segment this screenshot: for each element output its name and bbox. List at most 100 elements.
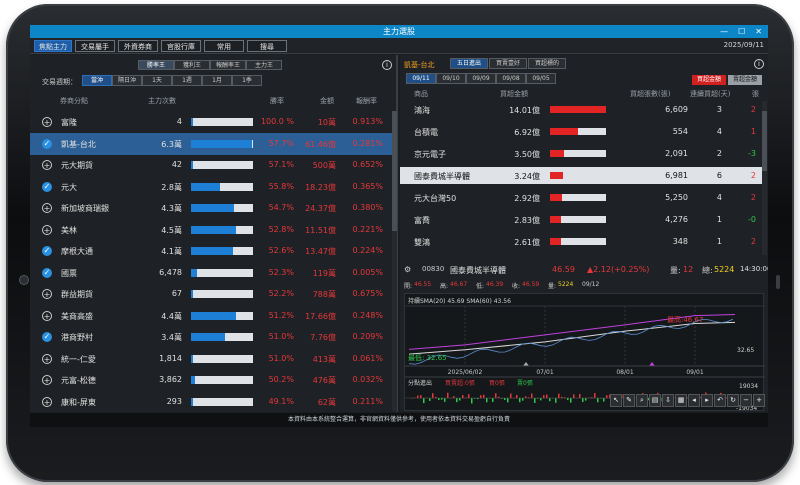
scrollbar[interactable] (392, 111, 397, 411)
quote-bar: ⚙ 00830 國泰費城半導體 46.59 ▲2.12(+0.25%) 量: 1… (400, 263, 768, 277)
table-row[interactable]: + 康和-屏東 293 49.1% 62萬 0.211% (30, 391, 392, 413)
plus-icon[interactable]: + (753, 394, 765, 407)
date-tab[interactable]: 09/10 (436, 73, 466, 84)
add-icon[interactable]: + (42, 310, 52, 321)
add-icon[interactable]: + (42, 224, 52, 235)
add-icon[interactable]: + (42, 117, 52, 127)
arrow-left-icon[interactable]: ◂ (688, 394, 700, 407)
add-icon[interactable]: + (42, 396, 52, 407)
export-icon[interactable]: ⇩ (662, 394, 674, 407)
add-icon[interactable]: + (42, 353, 52, 364)
table-row[interactable]: 鴻海 14.01億 6,609 3 2 (400, 101, 762, 118)
date-tab[interactable]: 09/11 (406, 73, 436, 84)
col-buy-lots[interactable]: 買超張數(張) (630, 89, 670, 99)
tab-profit[interactable]: 獲利王 (174, 60, 210, 70)
add-icon[interactable]: + (42, 160, 52, 170)
info-icon[interactable]: i (754, 59, 764, 69)
col-winrate[interactable]: 勝率 (270, 96, 284, 106)
scrollbar[interactable] (762, 101, 767, 255)
col-count[interactable]: 主力次數 (148, 96, 176, 106)
col-broker[interactable]: 券商分點 (60, 96, 88, 106)
current-date: 2025/09/11 (723, 41, 764, 49)
maximize-icon[interactable]: ☐ (738, 25, 745, 38)
close-icon[interactable]: ✕ (755, 25, 762, 38)
broker-count: 42 (171, 160, 182, 169)
checked-icon[interactable]: ✓ (42, 332, 52, 342)
period-1d[interactable]: 1天 (142, 75, 172, 86)
table-row[interactable]: ✓ 摩根大通 4.1萬 52.6% 13.47億 0.224% (30, 240, 392, 262)
menu-favorites[interactable]: 常用 (204, 40, 244, 52)
table-row[interactable]: + 元富-松德 3,862 50.2% 476萬 0.032% (30, 369, 392, 391)
table-row[interactable]: + 統一-仁愛 1,814 51.0% 413萬 0.061% (30, 348, 392, 370)
table-row[interactable]: + 富隆 4 100.0 % 10萬 0.913% (30, 111, 392, 133)
print-icon[interactable]: ▤ (649, 394, 661, 407)
table-row[interactable]: ✓ 港商野村 3.4萬 51.0% 7.76億 0.209% (30, 326, 392, 348)
price-line (408, 318, 734, 365)
tab-buysell[interactable]: 買賣壹好 (489, 58, 527, 69)
table-row[interactable]: ✓ 元大 2.8萬 55.8% 18.23億 0.365% (30, 176, 392, 198)
checked-icon[interactable]: ✓ (42, 267, 52, 278)
date-tab[interactable]: 09/08 (496, 73, 526, 84)
add-icon[interactable]: + (42, 375, 52, 385)
table-row[interactable]: 國泰費城半導體 3.24億 6,981 6 2 (400, 167, 762, 184)
arrow-right-icon[interactable]: ▸ (701, 394, 713, 407)
table-row[interactable]: + 元大期貨 42 57.1% 500萬 0.652% (30, 154, 392, 176)
table-row[interactable]: + 美商高盛 4.4萬 51.2% 17.66億 0.248% (30, 305, 392, 327)
buy-amount-button[interactable]: 買超金額 (692, 75, 726, 85)
table-row[interactable]: 台積電 6.92億 554 4 1 (400, 123, 762, 140)
col-lots[interactable]: 張 (752, 89, 759, 99)
menu-foreign-broker[interactable]: 外資券商 (118, 40, 158, 52)
period-1w[interactable]: 1週 (172, 75, 202, 86)
add-icon[interactable]: + (42, 289, 52, 299)
menu-search[interactable]: 搜尋 (247, 40, 287, 52)
table-row[interactable]: 雙鴻 2.61億 348 1 2 (400, 233, 762, 250)
zoom-icon[interactable]: ⌕ (636, 394, 648, 407)
add-icon[interactable]: + (42, 203, 52, 213)
table-row[interactable]: ✓ 凱基-台北 6.3萬 57.7% 61.46億 0.281% (30, 132, 392, 155)
col-return[interactable]: 報酬率 (356, 96, 377, 106)
minimize-icon[interactable]: — (720, 25, 728, 38)
count-bar (191, 333, 253, 341)
refresh-icon[interactable]: ↻ (727, 394, 739, 407)
table-row[interactable]: + 群益期貨 67 52.2% 788萬 0.675% (30, 283, 392, 305)
checked-icon[interactable]: ✓ (42, 138, 52, 149)
broker-winrate: 51.2% (268, 310, 294, 320)
table-icon[interactable]: ▦ (675, 394, 687, 407)
tab-winrate[interactable]: 勝率王 (138, 60, 174, 70)
settings-icon[interactable]: ⚙ (404, 265, 411, 274)
period-1q[interactable]: 1季 (232, 75, 262, 86)
date-tab[interactable]: 09/09 (466, 73, 496, 84)
date-tab[interactable]: 09/05 (526, 73, 556, 84)
consecutive-days: 4 (716, 193, 722, 202)
menu-focus-broker[interactable]: 焦點主力 (34, 40, 72, 52)
tab-targets[interactable]: 買超標的 (528, 58, 566, 69)
table-row[interactable]: 元大台灣50 2.92億 5,250 4 2 (400, 189, 762, 206)
checked-icon[interactable]: ✓ (42, 181, 52, 192)
broker-count: 3,862 (159, 375, 182, 384)
period-daytrade[interactable]: 當沖 (82, 75, 112, 86)
checked-icon[interactable]: ✓ (42, 246, 52, 256)
table-row[interactable]: ✓ 國票 6,478 52.3% 119萬 0.005% (30, 262, 392, 284)
col-buy-amount[interactable]: 買超金額 (500, 89, 528, 99)
cursor-icon[interactable]: ↖ (610, 394, 622, 407)
menu-trading-expert[interactable]: 交易屬手 (75, 40, 115, 52)
table-row[interactable]: + 美林 4.5萬 52.8% 11.51億 0.221% (30, 219, 392, 241)
table-row[interactable]: 京元電子 3.50億 2,091 2 -3 (400, 145, 762, 162)
col-product[interactable]: 商品 (414, 89, 428, 99)
info-icon[interactable]: i (382, 60, 392, 70)
tab-5day[interactable]: 五日進出 (450, 58, 488, 69)
col-consecutive[interactable]: 連續買超(天) (690, 89, 730, 99)
menu-gov-bank[interactable]: 官股行庫 (161, 40, 201, 52)
period-next-day[interactable]: 隔日沖 (112, 75, 142, 86)
col-amount[interactable]: 金額 (320, 96, 334, 106)
draw-icon[interactable]: ✎ (623, 394, 635, 407)
tab-return[interactable]: 報酬率王 (210, 60, 246, 70)
minus-icon[interactable]: − (740, 394, 752, 407)
total-label: 總: (702, 266, 713, 275)
table-row[interactable]: + 新加坡商瑞銀 4.3萬 54.7% 24.37億 0.380% (30, 197, 392, 219)
tab-major[interactable]: 主力王 (246, 60, 282, 70)
table-row[interactable]: 富喬 2.83億 4,276 1 -0 (400, 211, 762, 228)
period-1m[interactable]: 1月 (202, 75, 232, 86)
undo-icon[interactable]: ↶ (714, 394, 726, 407)
sell-amount-button[interactable]: 賣超金額 (728, 75, 762, 85)
